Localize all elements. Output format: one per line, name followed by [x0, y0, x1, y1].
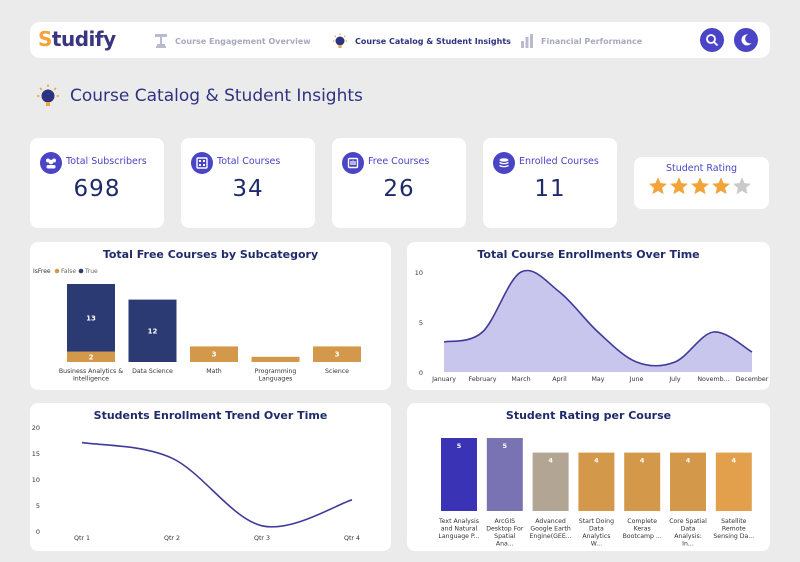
bar-data-label: 4 — [732, 457, 737, 465]
chart-plot: 0 5 10 January February March April May June July… — [415, 269, 769, 383]
x-tick-label: Qtr 2 — [164, 535, 180, 542]
legend-label-false: False — [61, 268, 76, 275]
star-icon — [649, 177, 667, 195]
x-tick-label: Science — [325, 368, 349, 375]
y-tick-label: 10 — [415, 269, 423, 277]
legend-title: IsFree — [33, 268, 51, 275]
chart-student-rating-per-course: Student Rating per Course 5 Text Analysis… — [407, 403, 770, 551]
y-tick-label: 5 — [419, 319, 423, 327]
bar-data-label: 5 — [457, 442, 462, 450]
x-tick-label: January — [431, 376, 456, 383]
y-tick-label: 20 — [32, 424, 40, 432]
courses-icon — [191, 152, 213, 174]
x-tick-label: Novemb... — [697, 376, 729, 383]
finance-icon — [521, 34, 533, 48]
chart-course-enrollments-over-time: Total Course Enrollments Over Time 0 5 10 J… — [407, 242, 770, 390]
kpi-free-courses: Free Courses 26 — [332, 138, 466, 228]
x-tick-label: Advanced Google Earth Engine(GEE... — [530, 518, 572, 540]
kpi-label: Enrolled Courses — [519, 156, 599, 167]
bar-data-label: 13 — [86, 314, 96, 322]
x-tick-label: Data Science — [132, 368, 173, 375]
bar-data-label: 3 — [212, 351, 217, 359]
star-icon — [712, 177, 730, 195]
x-tick-label: Satellite Remote Sensing Da... — [713, 518, 754, 540]
trophy-icon — [155, 34, 167, 48]
x-tick-label: May — [591, 376, 604, 383]
bar-data-label: 3 — [335, 351, 340, 359]
x-tick-label: February — [469, 376, 497, 383]
x-tick-label: Qtr 4 — [344, 535, 360, 542]
kpi-value: 11 — [534, 176, 566, 202]
search-icon — [706, 34, 719, 47]
star-icon — [733, 177, 751, 195]
kpi-value: 34 — [232, 176, 264, 202]
stack-icon — [493, 152, 515, 174]
bar-data-label: 4 — [548, 457, 553, 465]
legend-label-true: True — [84, 268, 98, 275]
lightbulb-icon — [37, 84, 59, 106]
x-tick-label: Qtr 1 — [74, 535, 90, 542]
kpi-value: 26 — [383, 176, 415, 202]
legend-swatch-true — [78, 268, 84, 274]
chart-plot: 5 Text Analysis and Natural Language P... 5 A… — [438, 438, 754, 548]
bar-data-label: 4 — [594, 457, 599, 465]
users-icon — [40, 152, 62, 174]
x-tick-label: Business Analytics & Intelligence — [59, 368, 123, 383]
series-line[interactable] — [81, 441, 353, 528]
kpi-value: 698 — [73, 176, 121, 202]
bar-data-label: 2 — [89, 353, 94, 361]
nav-item-financial-performance[interactable]: Financial Performance — [520, 33, 642, 49]
legend-swatch-false — [54, 268, 60, 274]
y-tick-label: 0 — [419, 369, 423, 377]
x-tick-label: Math — [206, 368, 222, 375]
theme-toggle-button[interactable] — [734, 28, 758, 52]
nav-item-course-catalog[interactable]: Course Catalog & Student Insights — [332, 33, 511, 49]
rating-stars — [648, 176, 752, 196]
x-tick-label: April — [552, 376, 567, 383]
chart-students-enrollment-trend: Students Enrollment Trend Over Time 0 5 10… — [30, 403, 391, 551]
chart-plot: 0 5 10 15 20 Qtr 1 Qtr 2 Qtr 3 Qtr 4 — [32, 424, 360, 542]
page-header: Course Catalog & Student Insights — [36, 84, 363, 108]
x-tick-label: Start Doing Data Analytics W... — [579, 518, 614, 548]
kpi-label: Free Courses — [368, 156, 430, 167]
kpi-label: Total Courses — [217, 156, 281, 167]
x-tick-label: ArcGIS Desktop For Spatial Ana... — [486, 518, 524, 548]
star-icon — [691, 177, 709, 195]
top-navbar: Studify Course Engagement Overview Cours… — [30, 22, 770, 58]
kpi-total-subscribers: Total Subscribers 698 — [30, 138, 164, 228]
y-tick-label: 5 — [36, 502, 40, 510]
bar-data-label: 4 — [640, 457, 645, 465]
bar-data-label: 12 — [148, 327, 158, 335]
nav-item-course-engagement[interactable]: Course Engagement Overview — [154, 33, 311, 49]
chart-plot: IsFree False True 2 13 Business Analytics … — [33, 268, 361, 383]
page-title: Course Catalog & Student Insights — [70, 86, 363, 106]
x-tick-label: Complete Keras Bootcamp ... — [623, 518, 662, 540]
bar-data-label: 4 — [686, 457, 691, 465]
rating-label: Student Rating — [665, 163, 738, 174]
x-tick-label: Programming Languages — [255, 368, 297, 383]
lightbulb-icon — [333, 33, 347, 48]
x-tick-label: July — [668, 376, 681, 383]
y-tick-label: 10 — [32, 476, 40, 484]
kpi-enrolled-courses: Enrolled Courses 11 — [483, 138, 617, 228]
search-button[interactable] — [700, 28, 724, 52]
y-tick-label: 0 — [36, 528, 40, 536]
bar-data-label: 5 — [503, 442, 508, 450]
x-tick-label: June — [629, 376, 644, 383]
app-logo[interactable]: Studify — [38, 27, 116, 51]
bar-segment[interactable] — [251, 356, 300, 362]
x-tick-label: Qtr 3 — [254, 535, 270, 542]
y-tick-label: 15 — [32, 450, 40, 458]
x-tick-label: December — [736, 376, 769, 383]
x-tick-label: March — [511, 376, 530, 383]
x-tick-label: Core Spatial Data Analysis: In... — [669, 518, 707, 548]
moon-icon — [741, 34, 752, 46]
chart-free-courses-by-subcategory: Total Free Courses by Subcategory IsFree… — [30, 242, 391, 390]
free-icon — [342, 152, 364, 174]
kpi-total-courses: Total Courses 34 — [181, 138, 315, 228]
student-rating-card: Student Rating — [634, 157, 769, 209]
star-icon — [670, 177, 688, 195]
x-tick-label: Text Analysis and Natural Language P... — [438, 518, 480, 540]
kpi-label: Total Subscribers — [66, 156, 147, 167]
